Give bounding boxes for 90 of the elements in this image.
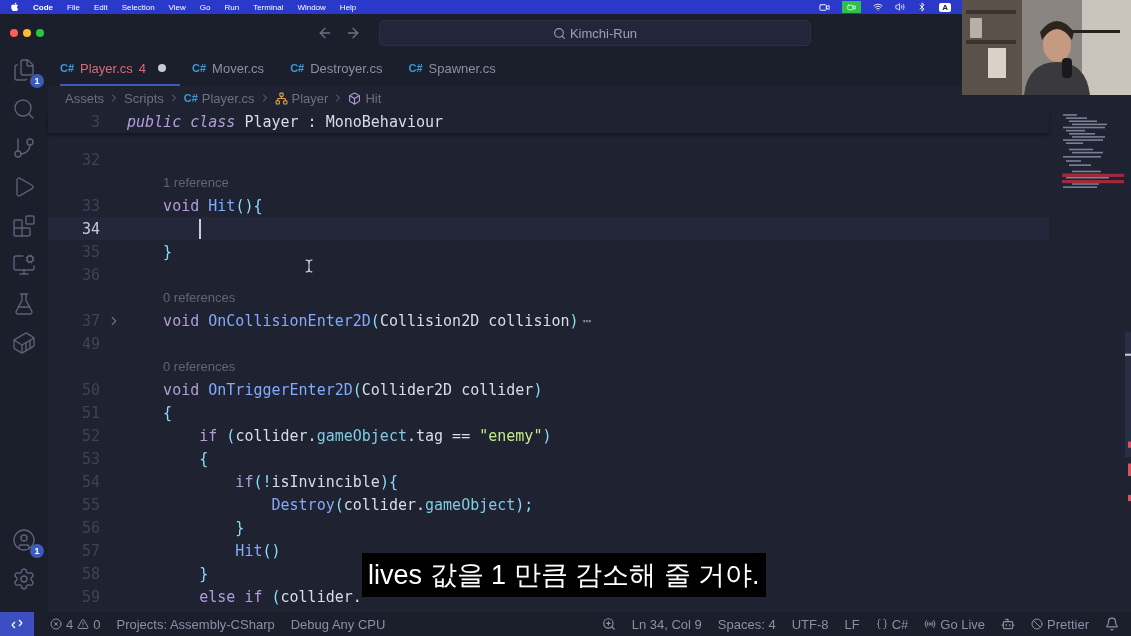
count-badge: 1 (30, 544, 44, 558)
indentation-setting[interactable]: Spaces: 4 (717, 616, 776, 632)
menu-item[interactable]: Go (199, 2, 211, 12)
source-control-icon[interactable] (12, 136, 36, 160)
camera-icon[interactable] (819, 1, 831, 13)
menu-item[interactable]: Selection (121, 2, 155, 12)
prettier-button[interactable]: Prettier (1031, 616, 1089, 632)
wifi-icon[interactable] (873, 2, 884, 12)
csharp-icon: C# (408, 62, 423, 74)
breadcrumb-item[interactable]: Player.cs (201, 90, 255, 106)
code-line: { (162, 403, 173, 422)
minimize-button[interactable] (23, 29, 31, 37)
text-caret (199, 218, 201, 239)
reference-count[interactable]: 0 references (163, 290, 236, 305)
zoom-button[interactable] (36, 29, 44, 37)
command-center[interactable]: Kimchi-Run (379, 20, 811, 46)
bluetooth-icon[interactable] (917, 2, 928, 12)
language-mode[interactable]: C# (875, 616, 909, 632)
code-line: void OnTriggerEnter2D(Collider2D collider) (162, 380, 543, 399)
status-item[interactable]: Debug Any CPU (290, 616, 386, 632)
search-icon (552, 26, 566, 40)
remote-icon (11, 618, 23, 630)
editor-tab[interactable]: C# Mover.cs (192, 52, 279, 86)
menu-item[interactable]: Run (224, 2, 240, 12)
facetime-icon[interactable] (842, 1, 862, 13)
reference-count[interactable]: 0 references (163, 359, 236, 374)
app-menu[interactable]: Code (33, 2, 53, 12)
line-ending-setting[interactable]: LF (844, 616, 860, 632)
menu-item[interactable]: Edit (93, 2, 108, 12)
extensions-icon[interactable] (12, 214, 36, 238)
braces-icon (875, 618, 888, 630)
search-icon[interactable] (12, 97, 36, 121)
line-number: 34 (80, 219, 100, 238)
go-live-button[interactable]: Go Live (924, 616, 986, 632)
code-line: } (234, 518, 245, 537)
docker-icon[interactable] (12, 331, 36, 355)
breadcrumb-item[interactable]: Assets (65, 90, 104, 106)
breadcrumb-item[interactable]: Hit (365, 90, 382, 106)
reference-count[interactable]: 1 reference (163, 175, 229, 190)
status-item[interactable]: Projects: Assembly-CSharp (116, 616, 275, 632)
code-line: public class Player : MonoBehaviour (127, 112, 444, 131)
csharp-icon: C# (60, 62, 75, 74)
class-icon (274, 91, 288, 105)
csharp-icon: C# (183, 92, 198, 104)
menu-item[interactable]: View (168, 2, 186, 12)
code-line: Destroy(collider.gameObject); (270, 495, 534, 514)
bell-icon[interactable] (1105, 617, 1119, 631)
settings-icon[interactable] (12, 567, 36, 591)
editor-tab[interactable]: C# Destroyer.cs (290, 52, 397, 86)
code-line: if (collider.gameObject.tag == "enemy") (198, 426, 552, 445)
encoding-setting[interactable]: UTF-8 (791, 616, 829, 632)
apple-icon[interactable] (10, 2, 19, 12)
breadcrumb-item[interactable]: Scripts (124, 90, 164, 106)
cursor-position[interactable]: Ln 34, Col 9 (631, 616, 702, 632)
zoom-icon[interactable] (601, 617, 616, 631)
volume-icon[interactable] (895, 2, 906, 12)
back-icon[interactable] (317, 25, 333, 41)
menu-item[interactable]: Terminal (253, 2, 284, 12)
subtitle: lives 값을 1 만큼 감소해 줄 거야. (362, 553, 766, 597)
code-line: { (198, 449, 209, 468)
files-icon[interactable] (12, 58, 36, 82)
prohibited-icon (1031, 618, 1044, 630)
code-line: Hit() (234, 541, 281, 560)
testing-icon[interactable] (12, 292, 36, 316)
folded-ellipsis[interactable]: ⋯ (582, 311, 592, 330)
editor-tab[interactable]: C# Player.cs 4 (60, 52, 181, 86)
csharp-icon: C# (290, 62, 305, 74)
menu-item[interactable]: Window (297, 2, 326, 12)
remote-button[interactable] (0, 612, 34, 636)
forward-icon[interactable] (345, 25, 361, 41)
broadcast-icon (924, 618, 937, 630)
editor-tab[interactable]: C# Spawner.cs (408, 52, 510, 86)
breadcrumb-item[interactable]: Player (291, 90, 329, 106)
menu-item[interactable]: Help (339, 2, 357, 12)
count-badge: 1 (30, 74, 44, 88)
code-line: } (198, 564, 209, 583)
code-line: else if (collider. (198, 587, 362, 606)
problems-indicator[interactable]: 4 0 (50, 616, 101, 632)
code-line: } (162, 242, 173, 261)
close-button[interactable] (10, 29, 18, 37)
remote-icon[interactable] (12, 253, 36, 277)
cube-icon (348, 91, 362, 105)
robot-icon[interactable] (1001, 617, 1016, 631)
csharp-icon: C# (192, 62, 207, 74)
input-source[interactable]: A (939, 2, 951, 12)
code-line: if(!isInvincible){ (234, 472, 398, 491)
code-line: void Hit(){ (162, 196, 263, 215)
menu-item[interactable]: File (67, 2, 80, 12)
account-icon[interactable] (12, 528, 36, 552)
code-line: void OnCollisionEnter2D(Collision2D collision) (162, 311, 579, 330)
